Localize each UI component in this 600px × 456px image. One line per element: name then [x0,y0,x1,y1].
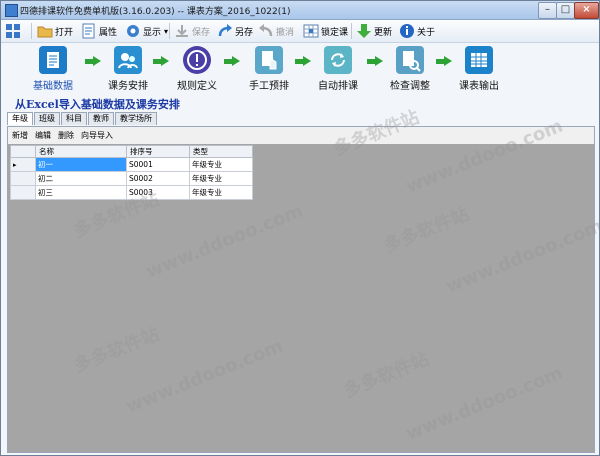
about-label: 关于 [417,27,436,38]
timetable-grid-icon [465,46,493,74]
step-label: 手工预排 [249,81,289,92]
grid-icon [5,23,21,39]
app-icon [5,4,18,17]
update-button[interactable]: 更新 [356,22,392,40]
update-label: 更新 [374,27,393,38]
close-button[interactable]: × [574,2,599,19]
lock-course-button[interactable]: 锁定课 [303,22,348,40]
grade-actions-bar: 新增 编辑 删除 向导导入 [8,127,594,143]
table-header-row: 名称 排序号 类型 [10,145,253,158]
row-header[interactable] [10,185,36,200]
grade-order-cell[interactable]: S0003 [126,185,190,200]
manual-hand-icon [255,46,283,74]
import-heading: 从Excel导入基础数据及课务安排 [15,98,180,111]
save-icon [174,23,190,39]
display-label: 显示 [143,27,162,38]
step-basic-data[interactable]: 基础数据 [23,46,83,92]
step-timetable-output[interactable]: 课表输出 [449,46,509,92]
step-label: 课务安排 [108,81,148,92]
display-icon [125,23,141,39]
tab-teacher[interactable]: 教师 [88,112,114,125]
grade-name-cell[interactable]: 初二 [35,171,127,186]
open-button[interactable]: 打开 [37,22,73,40]
tab-class[interactable]: 班级 [34,112,60,125]
table-row[interactable]: ▸ 初一 S0001 年级专业 [10,157,253,172]
step-check-adjust[interactable]: 检查调整 [380,46,440,92]
minimize-button[interactable]: – [538,2,557,19]
flow-arrow-icon [224,56,240,66]
grade-panel: 新增 编辑 删除 向导导入 名称 排序号 类型 ▸ 初一 S0001 年级专业 … [7,126,595,453]
info-icon [399,23,415,39]
properties-label: 属性 [99,27,118,38]
tab-grade[interactable]: 年级 [7,112,33,125]
tab-teaching-venue[interactable]: 教学场所 [115,112,157,125]
save-label: 保存 [192,27,211,38]
grade-grid-area: 名称 排序号 类型 ▸ 初一 S0001 年级专业 初二 S0002 年级专业 … [8,144,594,452]
grade-name-cell[interactable]: 初三 [35,185,127,200]
toolbar-separator [31,23,32,39]
undo-label: 撤消 [276,27,295,38]
toolbar: 打开 属性 显示 ▾ 保存 另存 撤消 锁定课 更新 关于 [1,20,599,43]
save-as-button[interactable]: 另存 [217,22,253,40]
window-title: 四德排课软件免费单机版(3.16.0.203) -- 课表方案_2016_102… [20,7,291,17]
delete-button[interactable]: 删除 [58,130,74,141]
save-as-label: 另存 [235,27,254,38]
basic-data-icon [39,46,67,74]
step-label: 规则定义 [177,81,217,92]
current-row-indicator-icon: ▸ [10,157,36,172]
grade-type-cell[interactable]: 年级专业 [189,171,253,186]
open-label: 打开 [55,27,74,38]
auto-refresh-icon [324,46,352,74]
download-arrow-icon [356,23,372,39]
column-header-type[interactable]: 类型 [189,145,253,158]
folder-open-icon [37,23,53,39]
grade-order-cell[interactable]: S0001 [126,157,190,172]
data-tabs: 年级 班级 科目 教师 教学场所 [7,112,158,126]
grade-name-cell[interactable]: 初一 [35,157,127,172]
properties-button[interactable]: 属性 [81,22,117,40]
display-button[interactable]: 显示 ▾ [125,22,168,40]
import-wizard-button[interactable]: 向导导入 [81,130,113,141]
toolbar-separator [169,23,170,39]
step-label: 课表输出 [459,81,499,92]
maximize-button[interactable]: □ [556,2,575,19]
column-header-order[interactable]: 排序号 [126,145,190,158]
tab-subject[interactable]: 科目 [61,112,87,125]
row-header[interactable] [10,171,36,186]
lock-grid-icon [303,23,319,39]
grade-table: 名称 排序号 类型 ▸ 初一 S0001 年级专业 初二 S0002 年级专业 … [10,145,253,200]
edit-button[interactable]: 编辑 [35,130,51,141]
grid-menu-button[interactable] [5,22,23,40]
step-auto-schedule[interactable]: 自动排课 [308,46,368,92]
save-as-icon [217,23,233,39]
grade-type-cell[interactable]: 年级专业 [189,185,253,200]
rule-alert-icon [183,46,211,74]
undo-icon [258,23,274,39]
grade-order-cell[interactable]: S0002 [126,171,190,186]
table-row[interactable]: 初三 S0003 年级专业 [10,185,253,200]
step-rule-definition[interactable]: 规则定义 [167,46,227,92]
properties-icon [81,23,97,39]
chevron-down-icon: ▾ [164,26,169,36]
step-label: 基础数据 [33,81,73,92]
table-row[interactable]: 初二 S0002 年级专业 [10,171,253,186]
step-label: 检查调整 [390,81,430,92]
main-window: 四德排课软件免费单机版(3.16.0.203) -- 课表方案_2016_102… [0,0,600,456]
save-button[interactable]: 保存 [174,22,210,40]
toolbar-separator [351,23,352,39]
step-course-arrangement[interactable]: 课务安排 [98,46,158,92]
about-button[interactable]: 关于 [399,22,435,40]
undo-button[interactable]: 撤消 [258,22,294,40]
column-header-name[interactable]: 名称 [35,145,127,158]
row-header-corner [10,145,36,158]
check-adjust-icon [396,46,424,74]
lock-course-label: 锁定课 [321,27,349,38]
course-arrangement-icon [114,46,142,74]
grade-type-cell[interactable]: 年级专业 [189,157,253,172]
title-bar: 四德排课软件免费单机版(3.16.0.203) -- 课表方案_2016_102… [1,1,599,20]
workflow-bar: 基础数据 课务安排 规则定义 手工预排 自动排课 检查调整 课表输出 [1,43,599,95]
add-button[interactable]: 新增 [12,130,28,141]
step-label: 自动排课 [318,81,358,92]
step-manual-prearrange[interactable]: 手工预排 [239,46,299,92]
